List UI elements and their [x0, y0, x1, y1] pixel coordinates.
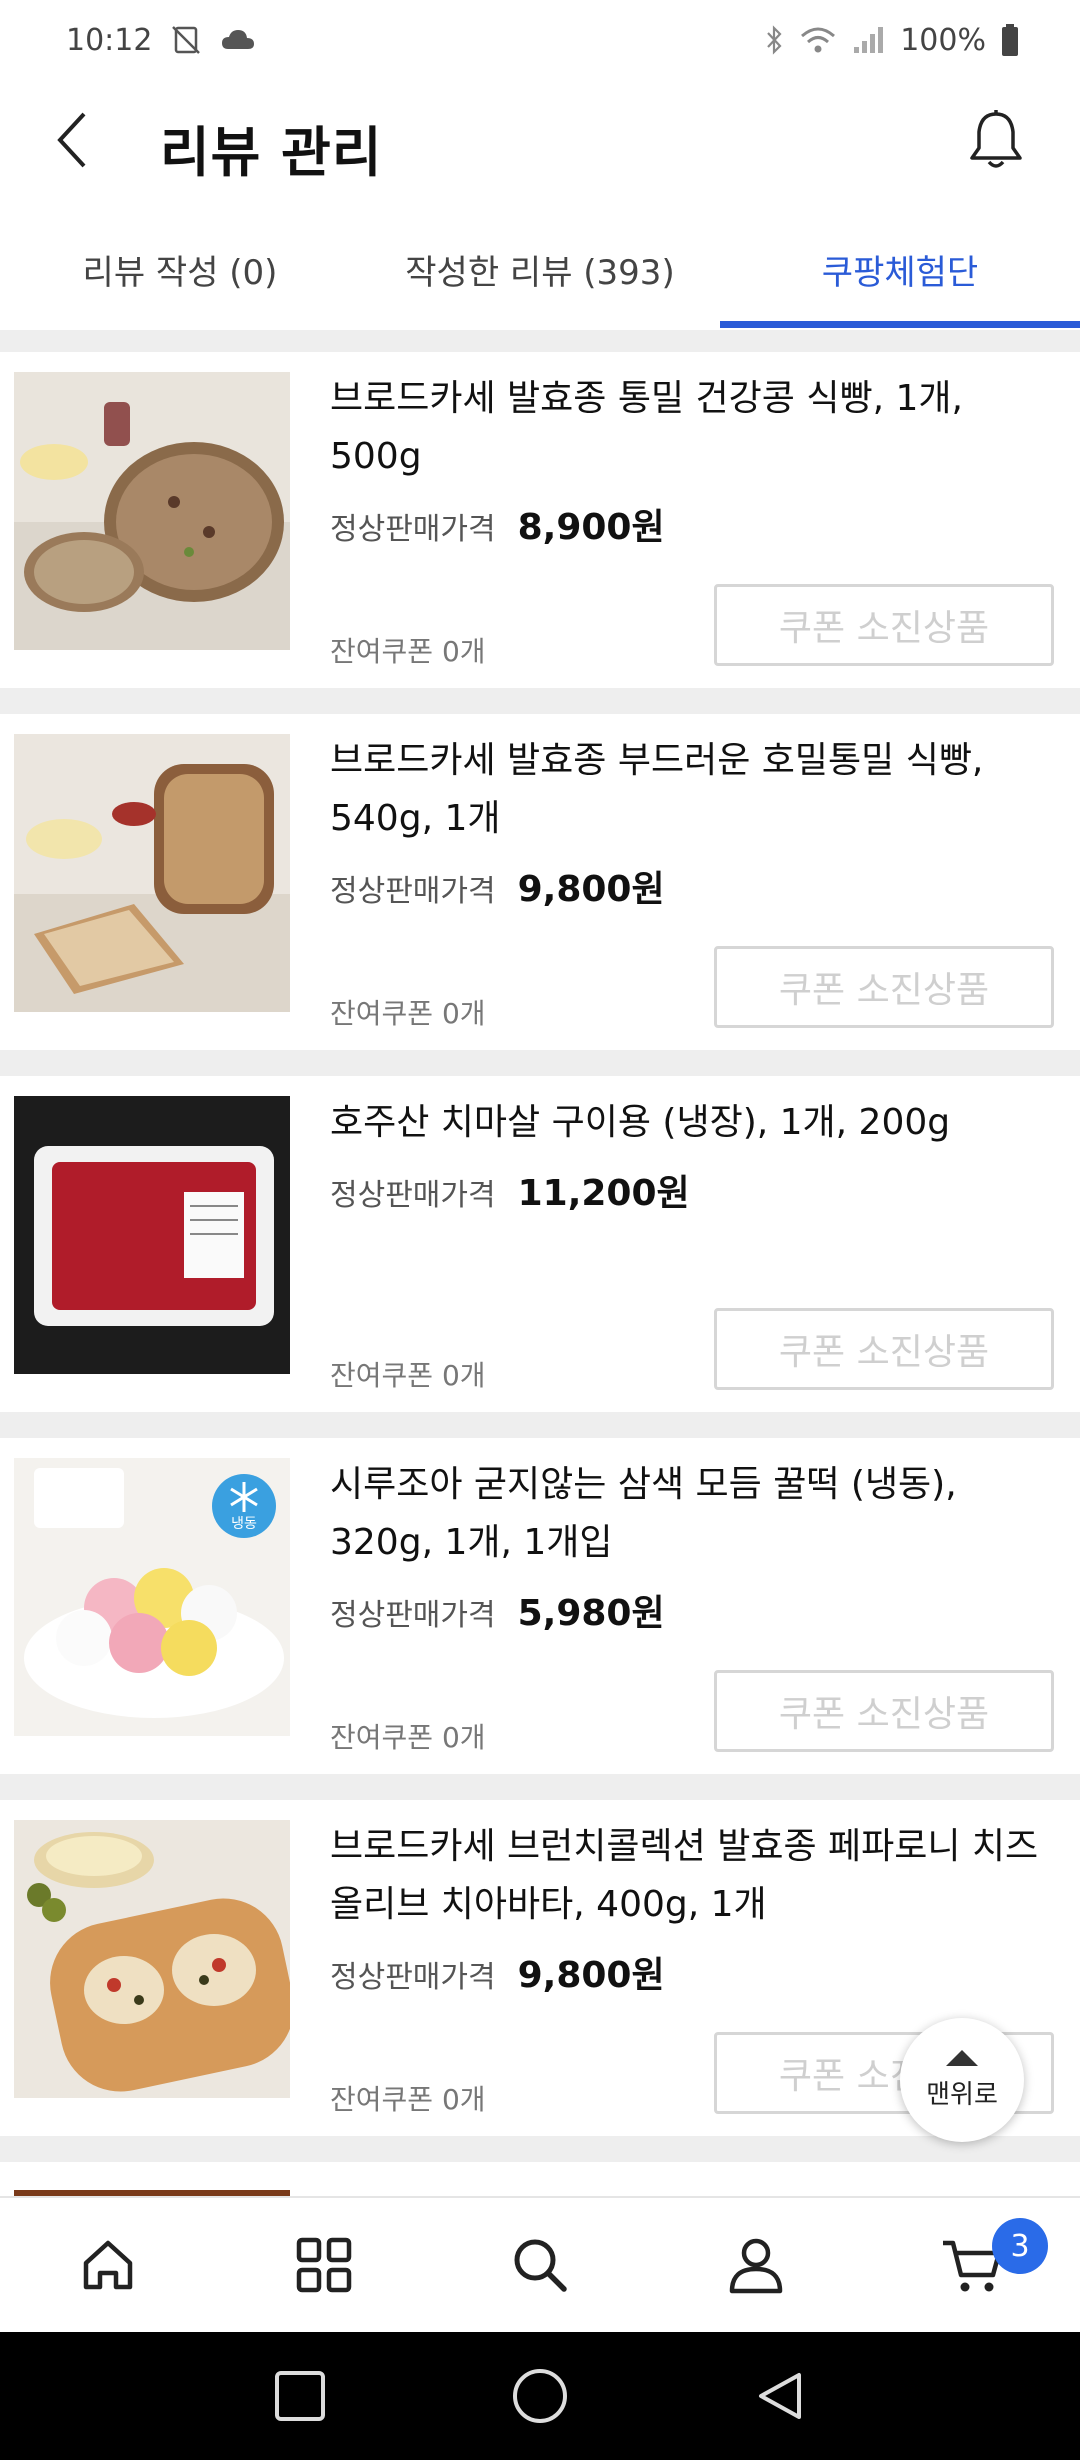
back-system-button[interactable] — [740, 2356, 820, 2436]
cart-count-badge: 3 — [992, 2218, 1048, 2274]
product-image — [14, 372, 290, 650]
bluetooth-icon — [764, 24, 784, 56]
list-item[interactable]: 브로드카세 발효종 통밀 건강콩 식빵, 1개, 500g 정상판매가격 8,9… — [0, 352, 1080, 688]
status-bar: 10:12 100% — [0, 0, 1080, 80]
nav-home[interactable] — [0, 2198, 216, 2332]
review-tabs: 리뷰 작성 (0) 작성한 리뷰 (393) 쿠팡체험단 — [0, 210, 1080, 328]
bottom-navigation: 3 — [0, 2196, 1080, 2332]
price-label: 정상판매가격 — [330, 874, 496, 909]
price-value: 5,980원 — [517, 1593, 665, 1634]
nav-account[interactable] — [648, 2198, 864, 2332]
product-image — [14, 734, 290, 1012]
coupon-remaining: 잔여쿠폰 0개 — [330, 997, 486, 1030]
product-title-line: 시루조아 굳지않는 삼색 모듬 꿀떡 (냉동), — [330, 1464, 957, 1505]
product-title-line: 호주산 치마살 구이용 (냉장), 1개, 200g — [330, 1102, 951, 1143]
account-icon — [729, 2238, 783, 2294]
recent-apps-button[interactable] — [260, 2356, 340, 2436]
price-label: 정상판매가격 — [330, 1598, 496, 1633]
home-icon — [83, 2240, 133, 2290]
coupon-remaining: 잔여쿠폰 0개 — [330, 1359, 486, 1392]
home-system-button[interactable] — [500, 2356, 580, 2436]
square-icon — [275, 2371, 325, 2421]
product-title-line: 올리브 치아바타, 400g, 1개 — [330, 1884, 767, 1925]
product-title-line: 브로드카세 발효종 통밀 건강콩 식빵, 1개, — [330, 378, 963, 419]
wifi-icon — [798, 24, 838, 56]
product-title: 브로드카세 발효종 부드러운 호밀통밀 식빵, 540g, 1개 — [330, 732, 1060, 848]
section-divider — [0, 330, 1080, 352]
list-item[interactable]: 냉동 시루조아 굳지않는 삼색 모듬 꿀떡 (냉동), 320g, 1개, 1개… — [0, 1438, 1080, 1774]
coupon-soldout-button[interactable]: 쿠폰 소진상품 — [714, 1308, 1054, 1390]
list-item[interactable]: 호주산 치마살 구이용 (냉장), 1개, 200g 정상판매가격 11,200… — [0, 1076, 1080, 1412]
item-divider — [0, 1050, 1080, 1076]
price-value: 9,800원 — [517, 1955, 665, 1996]
no-sim-icon — [170, 24, 202, 56]
product-title: 시루조아 굳지않는 삼색 모듬 꿀떡 (냉동), 320g, 1개, 1개입 — [330, 1456, 1060, 1572]
signal-icon — [852, 25, 886, 55]
product-title-line: 500g — [330, 436, 422, 477]
price-row: 정상판매가격 9,800원 — [330, 860, 665, 912]
coupon-remaining: 잔여쿠폰 0개 — [330, 1721, 486, 1754]
scroll-to-top-button[interactable]: 맨위로 — [900, 2018, 1024, 2142]
product-image — [14, 1096, 290, 1374]
system-navigation-bar — [0, 2332, 1080, 2460]
price-row: 정상판매가격 9,800원 — [330, 1946, 665, 1998]
product-title: 브로드카세 브런치콜렉션 발효종 페파로니 치즈 올리브 치아바타, 400g,… — [330, 1818, 1060, 1934]
nav-cart[interactable]: 3 — [864, 2198, 1080, 2332]
list-item[interactable]: 브로드카세 발효종 부드러운 호밀통밀 식빵, 540g, 1개 정상판매가격 … — [0, 714, 1080, 1050]
item-divider — [0, 1774, 1080, 1800]
cloud-icon — [220, 27, 256, 53]
back-button[interactable] — [36, 104, 108, 176]
product-title-line: 320g, 1개, 1개입 — [330, 1522, 613, 1563]
coupon-soldout-button[interactable]: 쿠폰 소진상품 — [714, 1670, 1054, 1752]
scroll-to-top-label: 맨위로 — [926, 2079, 998, 2110]
product-title-line: 브로드카세 발효종 부드러운 호밀통밀 식빵, — [330, 740, 984, 781]
price-row: 정상판매가격 11,200원 — [330, 1164, 690, 1216]
product-image — [14, 1820, 290, 2098]
price-row: 정상판매가격 8,900원 — [330, 498, 665, 550]
bell-icon — [970, 110, 1022, 168]
price-value: 9,800원 — [517, 869, 665, 910]
chevron-left-icon — [57, 112, 86, 168]
price-value: 11,200원 — [517, 1173, 690, 1214]
price-row: 정상판매가격 5,980원 — [330, 1584, 665, 1636]
product-title: 호주산 치마살 구이용 (냉장), 1개, 200g — [330, 1094, 1060, 1152]
app-header: 리뷰 관리 — [0, 80, 1080, 200]
nav-search[interactable] — [432, 2198, 648, 2332]
categories-icon — [296, 2237, 352, 2293]
circle-icon — [513, 2369, 567, 2423]
battery-percent: 100% — [900, 22, 986, 58]
triangle-back-icon — [759, 2373, 801, 2419]
price-value: 8,900원 — [517, 507, 665, 548]
price-label: 정상판매가격 — [330, 1178, 496, 1213]
tab-write-review[interactable]: 리뷰 작성 (0) — [0, 210, 360, 328]
coupon-remaining: 잔여쿠폰 0개 — [330, 635, 486, 668]
item-divider — [0, 1412, 1080, 1438]
coupon-remaining: 잔여쿠폰 0개 — [330, 2083, 486, 2116]
caret-up-icon — [946, 2049, 978, 2066]
price-label: 정상판매가격 — [330, 1960, 496, 1995]
search-icon — [514, 2239, 567, 2292]
coupon-soldout-button[interactable]: 쿠폰 소진상품 — [714, 584, 1054, 666]
item-divider — [0, 2136, 1080, 2162]
product-image: 냉동 — [14, 1458, 290, 1736]
page-title: 리뷰 관리 — [160, 121, 383, 184]
nav-categories[interactable] — [216, 2198, 432, 2332]
status-time: 10:12 — [66, 22, 153, 58]
notification-button[interactable] — [958, 102, 1034, 178]
product-title-line: 540g, 1개 — [330, 798, 501, 839]
tab-written-reviews[interactable]: 작성한 리뷰 (393) — [360, 210, 720, 328]
coupon-soldout-button[interactable]: 쿠폰 소진상품 — [714, 946, 1054, 1028]
price-label: 정상판매가격 — [330, 512, 496, 547]
product-title: 브로드카세 발효종 통밀 건강콩 식빵, 1개, 500g — [330, 370, 1060, 486]
tab-coupang-experience[interactable]: 쿠팡체험단 — [720, 210, 1080, 328]
frozen-badge: 냉동 — [231, 1516, 257, 1532]
item-divider — [0, 688, 1080, 714]
product-title-line: 브로드카세 브런치콜렉션 발효종 페파로니 치즈 — [330, 1826, 1039, 1867]
battery-icon — [1000, 23, 1020, 57]
